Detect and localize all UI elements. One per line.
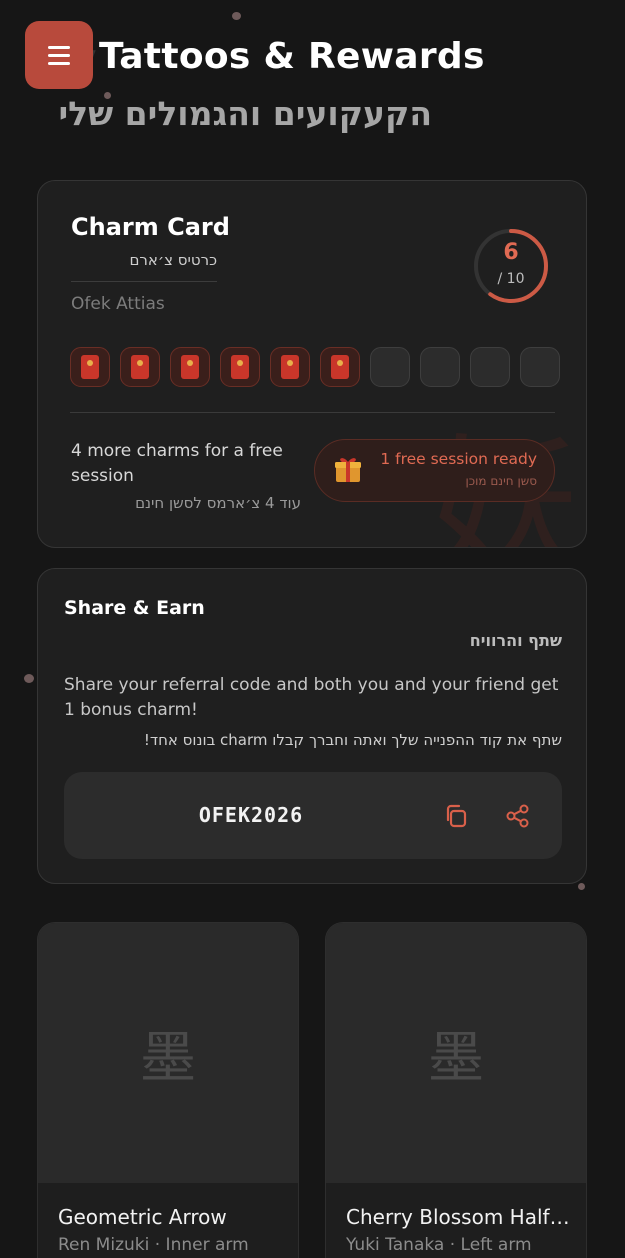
red-envelope-icon bbox=[231, 355, 249, 379]
charms-remaining-text: 4 more charms for a free session bbox=[71, 441, 283, 486]
share-title-hebrew: שתף והרוויח bbox=[469, 631, 562, 650]
divider bbox=[71, 281, 217, 282]
menu-icon-bar bbox=[48, 45, 70, 49]
red-envelope-icon bbox=[81, 355, 99, 379]
tattoo-meta: Ren Mizuki · Inner arm bbox=[58, 1235, 249, 1255]
petal-decoration bbox=[24, 674, 34, 683]
ink-glyph: 墨 bbox=[428, 1025, 484, 1091]
tattoo-image-placeholder: 墨 bbox=[326, 923, 586, 1183]
petal-decoration bbox=[232, 12, 241, 20]
tattoo-image-placeholder: 墨 bbox=[38, 923, 298, 1183]
menu-icon-bar bbox=[48, 61, 70, 65]
share-description-hebrew: שתף את קוד ההפנייה שלך ואתה וחברך קבלו c… bbox=[143, 731, 562, 749]
progress-current: 6 bbox=[503, 240, 519, 265]
share-icon[interactable] bbox=[504, 802, 532, 830]
free-session-label: 1 free session ready bbox=[380, 450, 537, 468]
red-envelope-icon bbox=[181, 355, 199, 379]
progress-ring bbox=[474, 229, 548, 303]
petal-decoration bbox=[578, 883, 585, 890]
share-description: Share your referral code and both you an… bbox=[64, 675, 559, 720]
tattoo-name: Cherry Blossom Half Sleeve bbox=[346, 1205, 574, 1229]
charm-slot-empty bbox=[420, 347, 460, 387]
charm-slot-filled bbox=[220, 347, 260, 387]
red-envelope-icon bbox=[331, 355, 349, 379]
referral-code: OFEK2026 bbox=[198, 803, 304, 827]
referral-code-box: OFEK2026 bbox=[64, 772, 562, 859]
charms-remaining-text-hebrew: עוד 4 צ׳ארמס לסשן חינם bbox=[135, 494, 301, 512]
free-session-badge[interactable]: 1 free session ready סשן חינם מוכן bbox=[314, 439, 555, 502]
page-title-hebrew: הקעקועים והגמולים שלי bbox=[58, 94, 432, 133]
free-session-label-hebrew: סשן חינם מוכן bbox=[465, 474, 537, 488]
charm-slot-empty bbox=[470, 347, 510, 387]
tattoo-meta: Yuki Tanaka · Left arm bbox=[346, 1235, 532, 1255]
gift-icon bbox=[335, 458, 361, 482]
tattoo-name: Geometric Arrow bbox=[58, 1205, 227, 1229]
charm-slot-filled bbox=[120, 347, 160, 387]
charm-card-subtitle-hebrew: כרטיס צ׳ארם bbox=[129, 251, 217, 269]
tattoo-card[interactable]: 墨 Geometric Arrow Ren Mizuki · Inner arm bbox=[37, 922, 299, 1258]
share-earn-card: Share & Earn שתף והרוויח Share your refe… bbox=[37, 568, 587, 884]
menu-icon-bar bbox=[48, 53, 70, 57]
progress-total: / 10 bbox=[497, 271, 525, 287]
charm-slot-empty bbox=[370, 347, 410, 387]
red-envelope-icon bbox=[131, 355, 149, 379]
page-title: Tattoos & Rewards bbox=[99, 36, 485, 77]
charm-card: 妖 Charm Card כרטיס צ׳ארם Ofek Attias 6 /… bbox=[37, 180, 587, 548]
copy-icon[interactable] bbox=[442, 802, 470, 830]
charm-slots bbox=[70, 347, 560, 387]
charm-slot-empty bbox=[520, 347, 560, 387]
red-envelope-icon bbox=[281, 355, 299, 379]
divider bbox=[70, 412, 555, 413]
share-title: Share & Earn bbox=[64, 597, 205, 619]
charm-slot-filled bbox=[270, 347, 310, 387]
charm-card-title: Charm Card bbox=[71, 213, 230, 241]
charm-slot-filled bbox=[70, 347, 110, 387]
menu-button[interactable] bbox=[25, 21, 93, 89]
charm-slot-filled bbox=[320, 347, 360, 387]
tattoo-card[interactable]: 墨 Cherry Blossom Half Sleeve Yuki Tanaka… bbox=[325, 922, 587, 1258]
ink-glyph: 墨 bbox=[140, 1025, 196, 1091]
card-owner-name: Ofek Attias bbox=[71, 294, 165, 314]
charm-slot-filled bbox=[170, 347, 210, 387]
